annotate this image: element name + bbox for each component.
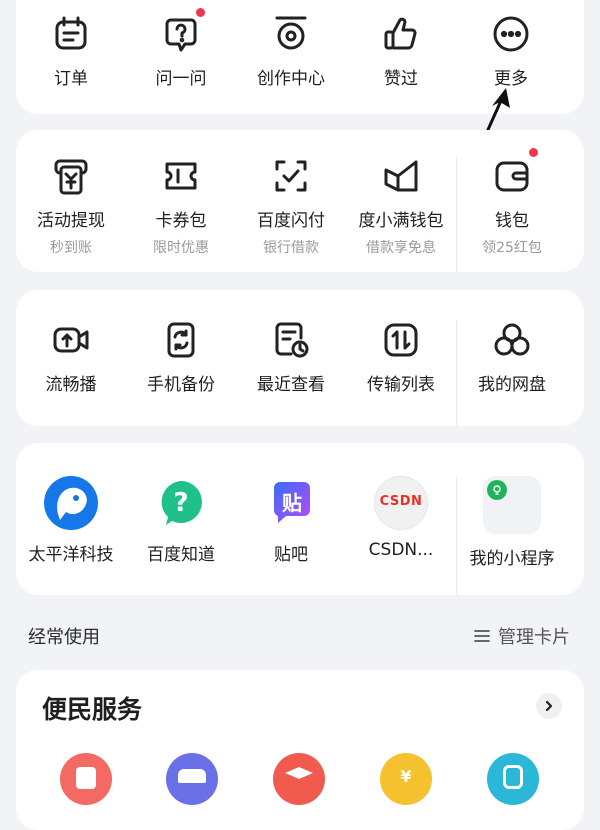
wallet-label: 钱包 [495,211,529,231]
netdisk-tools-card: 流畅播 手机备份 最近查看 传输列表 我的网盘 [16,290,584,426]
flash-pay-entry[interactable]: 百度闪付 银行借款 [236,156,346,272]
wallet-entry[interactable]: 钱包 领25红包 [456,148,567,272]
smooth-play-label: 流畅播 [45,375,97,395]
notification-dot [529,148,538,157]
duxiaoman-wallet-entry[interactable]: 度小满钱包 借款享免息 [346,156,456,272]
withdraw-sub: 秒到账 [50,240,92,256]
search-icon [76,767,96,789]
person-icon [503,765,523,789]
notification-dot [196,8,205,17]
order-label: 订单 [54,69,88,89]
ask-entry[interactable]: 问一问 [126,8,236,114]
duxiaoman-wallet-icon [381,156,421,196]
svg-text:?: ? [173,488,188,518]
finance-card: 活动提现 秒到账 卡券包 限时优惠 百度闪付 银行借款 度小满钱包 借款享免息 … [16,130,584,272]
flash-pay-icon [271,156,311,196]
manage-cards-button[interactable]: 管理卡片 [474,623,570,649]
thumbs-up-icon [381,14,421,54]
pconline-app-entry[interactable]: 太平洋科技 [16,476,126,595]
coupon-sub: 限时优惠 [153,240,209,256]
duxiaoman-wallet-label: 度小满钱包 [358,211,444,231]
service-search-icon[interactable] [60,753,112,805]
phone-backup-label: 手机备份 [147,375,215,395]
services-title: 便民服务 [42,695,143,724]
recent-view-label: 最近查看 [257,375,325,395]
more-icon [491,14,531,54]
liked-label: 赞过 [384,69,418,89]
coupon-icon [161,156,201,196]
yen-icon: ¥ [400,767,412,786]
service-education-icon[interactable] [273,753,325,805]
smooth-play-icon [51,320,91,360]
netdisk-entry[interactable]: 我的网盘 [456,320,567,426]
baidu-zhidao-app-label: 百度知道 [147,545,215,565]
creation-center-label: 创作中心 [257,69,325,89]
pconline-app-icon [44,476,98,530]
withdraw-entry[interactable]: 活动提现 秒到账 [16,156,126,272]
phone-backup-icon [161,320,201,360]
baidu-zhidao-app-entry[interactable]: ? 百度知道 [126,476,236,595]
netdisk-label: 我的网盘 [478,375,546,395]
wallet-sub: 领25红包 [482,240,542,256]
csdn-app-label: CSDN... [368,540,434,560]
transfer-list-icon [381,320,421,360]
tieba-app-entry[interactable]: 贴 贴吧 [236,476,346,595]
phone-backup-entry[interactable]: 手机备份 [126,320,236,426]
netdisk-icon [492,320,532,360]
order-icon [51,14,91,54]
coupon-label: 卡券包 [155,211,207,231]
flash-pay-label: 百度闪付 [257,211,325,231]
mini-program-label: 我的小程序 [469,549,555,569]
tieba-app-icon: 贴 [264,476,318,530]
tieba-glyph: 贴 [282,491,302,515]
wallet-icon [492,148,538,196]
csdn-app-entry[interactable]: CSDN CSDN... [346,476,456,595]
bulb-icon [487,480,507,500]
withdraw-label: 活动提现 [37,211,105,231]
service-car-icon[interactable] [166,753,218,805]
mini-program-entry[interactable]: 我的小程序 [456,476,567,595]
flash-pay-sub: 银行借款 [263,240,319,256]
baidu-zhidao-app-icon: ? [154,476,208,530]
frequent-use-title: 经常使用 [28,627,100,648]
duxiaoman-wallet-sub: 借款享免息 [366,240,436,256]
service-finance-icon[interactable]: ¥ [380,753,432,805]
order-entry[interactable]: 订单 [16,14,126,114]
smooth-play-entry[interactable]: 流畅播 [16,320,126,426]
withdraw-icon [51,156,91,196]
csdn-app-icon: CSDN [374,476,428,530]
manage-cards-label: 管理卡片 [498,627,570,648]
liked-entry[interactable]: 赞过 [346,14,456,114]
transfer-list-entry[interactable]: 传输列表 [346,320,456,426]
recent-view-icon [271,320,311,360]
mini-program-icon [483,476,541,534]
tieba-app-label: 贴吧 [274,545,308,565]
creation-center-icon [271,14,311,54]
graduation-cap-icon [285,767,313,779]
chevron-right-icon [545,700,553,712]
ask-label: 问一问 [155,69,207,89]
service-id-icon[interactable] [487,753,539,805]
pconline-app-label: 太平洋科技 [28,545,114,565]
creation-center-entry[interactable]: 创作中心 [236,14,346,114]
recent-view-entry[interactable]: 最近查看 [236,320,346,426]
coupon-entry[interactable]: 卡券包 限时优惠 [126,156,236,272]
transfer-list-label: 传输列表 [367,375,435,395]
car-icon [178,769,206,783]
csdn-glyph: CSDN [379,494,423,509]
services-more-button[interactable] [536,693,562,719]
mini-apps-card: 太平洋科技 ? 百度知道 贴 贴吧 CSDN CSDN... 我的小程序 [16,443,584,595]
question-icon [161,8,205,54]
list-icon [474,630,490,642]
